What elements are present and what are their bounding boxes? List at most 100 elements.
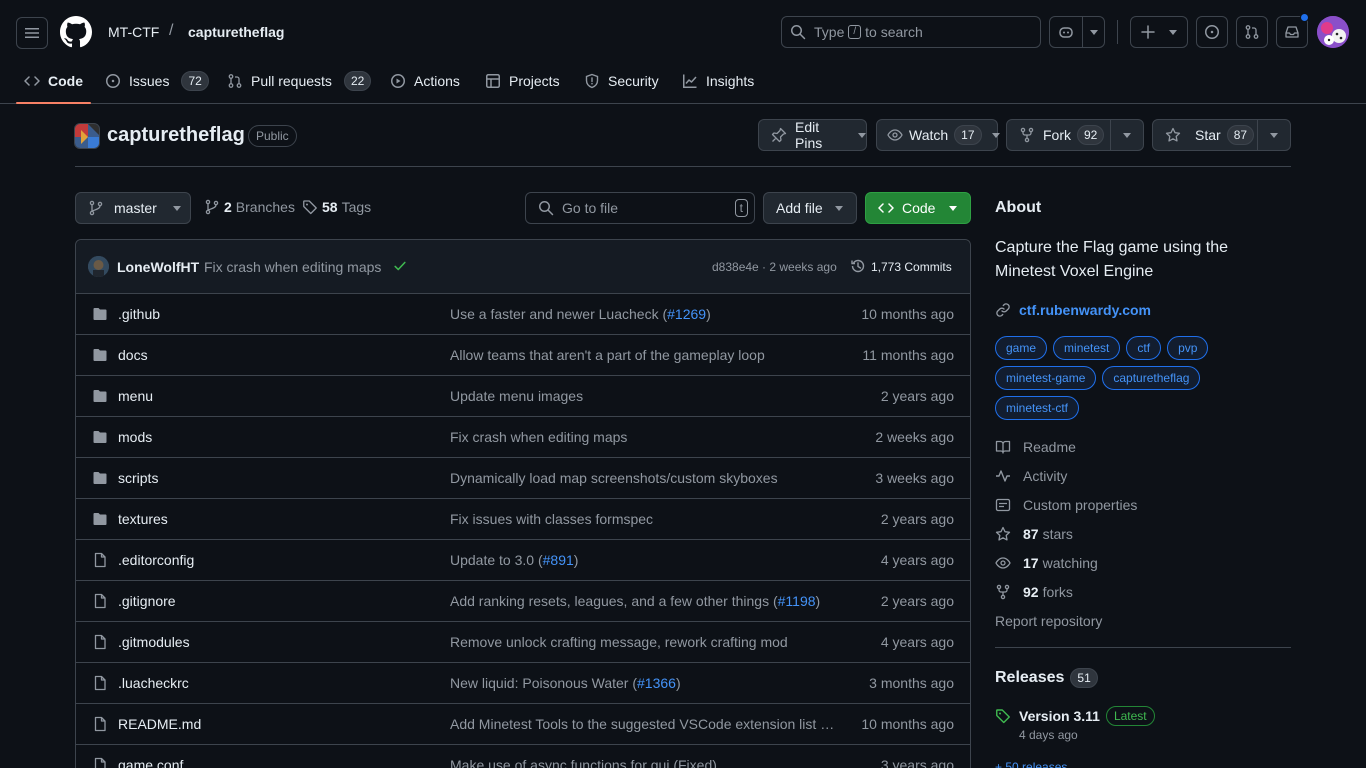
search-input[interactable]: Type / to search — [781, 16, 1041, 48]
tab-security[interactable]: Security — [584, 60, 659, 102]
menu-button[interactable] — [16, 17, 48, 49]
file-commit-message[interactable]: Update menu images — [450, 388, 583, 404]
repo-title[interactable]: capturetheflag — [107, 124, 245, 147]
activity-link[interactable]: Activity — [995, 468, 1067, 484]
report-repository-link[interactable]: Report repository — [995, 613, 1102, 629]
stars-link[interactable]: 87 stars — [995, 526, 1073, 542]
file-name[interactable]: scripts — [118, 470, 158, 486]
more-releases-link[interactable]: + 50 releases — [995, 760, 1067, 768]
forks-link[interactable]: 92 forks — [995, 584, 1073, 600]
file-name[interactable]: menu — [118, 388, 153, 404]
file-name[interactable]: docs — [118, 347, 148, 363]
repo-link[interactable]: capturetheflag — [188, 24, 284, 40]
file-commit-message[interactable]: Update to 3.0 (#891) — [450, 552, 578, 568]
file-commit-message[interactable]: Allow teams that aren't a part of the ga… — [450, 347, 765, 363]
add-file-button[interactable]: Add file — [763, 192, 857, 224]
copilot-dropdown-icon[interactable] — [1090, 30, 1098, 35]
latest-release[interactable]: Version 3.11 Latest — [995, 706, 1155, 726]
edit-pins-button[interactable]: Edit Pins — [758, 119, 867, 151]
watching-link[interactable]: 17 watching — [995, 555, 1098, 571]
tab-projects[interactable]: Projects — [485, 60, 560, 102]
file-name[interactable]: README.md — [118, 716, 201, 732]
topic-tag[interactable]: ctf — [1126, 336, 1162, 360]
commit-message-text: Fix crash when editing maps — [450, 429, 628, 445]
branches-link[interactable]: 2 Branches — [204, 199, 295, 215]
file-name[interactable]: .editorconfig — [118, 552, 194, 568]
releases-header[interactable]: Releases 51 — [995, 668, 1098, 688]
file-commit-message[interactable]: Make use of async functions for gui (Fix… — [450, 757, 717, 768]
copilot-button[interactable] — [1049, 16, 1105, 48]
file-row[interactable]: .gitignore Add ranking resets, leagues, a… — [76, 580, 970, 621]
file-row[interactable]: .editorconfig Update to 3.0 (#891) 4 years… — [76, 539, 970, 580]
watch-button[interactable]: Watch 17 — [876, 119, 1000, 151]
file-row[interactable]: menu Update menu images 2 years ago — [76, 375, 970, 416]
topic-tag[interactable]: game — [995, 336, 1048, 360]
avatar[interactable] — [1317, 16, 1349, 48]
owner-link[interactable]: MT-CTF — [108, 24, 159, 40]
pull-requests-button[interactable] — [1236, 16, 1268, 48]
topic-tag[interactable]: capturetheflag — [1102, 366, 1201, 390]
file-commit-message[interactable]: Fix crash when editing maps — [450, 429, 627, 445]
file-row[interactable]: .luacheckrc New liquid: Poisonous Water (… — [76, 662, 970, 703]
tab-insights[interactable]: Insights — [682, 60, 754, 102]
pr-link[interactable]: #1198 — [778, 593, 816, 609]
file-commit-message[interactable]: Use a faster and newer Luacheck (#1269) — [450, 306, 711, 322]
file-commit-message[interactable]: Dynamically load map screenshots/custom … — [450, 470, 778, 486]
branch-selector[interactable]: master — [75, 192, 191, 224]
issues-button[interactable] — [1196, 16, 1228, 48]
tab-label: Security — [608, 73, 659, 89]
tab-issues[interactable]: Issues 72 — [105, 60, 209, 102]
fork-button[interactable]: Fork 92 — [1006, 119, 1144, 151]
topic-tag[interactable]: minetest-ctf — [995, 396, 1080, 420]
tab-code[interactable]: Code — [16, 60, 91, 104]
file-row[interactable]: game.conf Make use of async functions for… — [76, 744, 970, 768]
star-button[interactable]: Star 87 — [1152, 119, 1291, 151]
file-commit-message[interactable]: Fix issues with classes formspec — [450, 511, 653, 527]
file-name[interactable]: .gitignore — [118, 593, 176, 609]
custom-properties-link[interactable]: Custom properties — [995, 497, 1137, 513]
code-button[interactable]: Code — [865, 192, 971, 224]
file-name[interactable]: .gitmodules — [118, 634, 190, 650]
tab-actions[interactable]: Actions — [390, 60, 460, 102]
create-new-button[interactable] — [1130, 16, 1188, 48]
file-commit-message[interactable]: Add ranking resets, leagues, and a few o… — [450, 593, 820, 609]
file-row[interactable]: docs Allow teams that aren't a part of th… — [76, 334, 970, 375]
commit-message[interactable]: Fix crash when editing maps — [204, 259, 381, 275]
folder-icon — [92, 470, 108, 486]
file-name[interactable]: game.conf — [118, 757, 183, 768]
file-row[interactable]: textures Fix issues with classes formspec… — [76, 498, 970, 539]
chevron-down-icon[interactable] — [1123, 133, 1131, 138]
tab-pull-requests[interactable]: Pull requests 22 — [227, 60, 372, 102]
website-link[interactable]: ctf.rubenwardy.com — [995, 302, 1151, 318]
file-name[interactable]: mods — [118, 429, 152, 445]
inbox-button[interactable] — [1276, 13, 1309, 48]
file-row[interactable]: mods Fix crash when editing maps 2 weeks a… — [76, 416, 970, 457]
tags-link[interactable]: 58 Tags — [302, 199, 371, 215]
file-name[interactable]: .luacheckrc — [118, 675, 189, 691]
commits-link[interactable]: 1,773 Commits — [871, 260, 952, 274]
file-row[interactable]: .gitmodules Remove unlock crafting messag… — [76, 621, 970, 662]
file-row[interactable]: README.md Add Minetest Tools to the sugge… — [76, 703, 970, 744]
file-row[interactable]: .github Use a faster and newer Luacheck (… — [76, 293, 970, 334]
file-commit-message[interactable]: New liquid: Poisonous Water (#1366) — [450, 675, 681, 691]
file-commit-message[interactable]: Add Minetest Tools to the suggested VSCo… — [450, 716, 835, 732]
file-name[interactable]: .github — [118, 306, 160, 322]
pr-link[interactable]: #1366 — [637, 675, 676, 691]
commit-hash-time[interactable]: d838e4e · 2 weeks ago — [712, 260, 837, 274]
topic-tag[interactable]: minetest-game — [995, 366, 1097, 390]
pr-link[interactable]: #1269 — [667, 306, 706, 322]
chevron-down-icon[interactable] — [991, 132, 1000, 138]
go-to-file-input[interactable]: Go to file t — [525, 192, 755, 224]
topic-tag[interactable]: pvp — [1167, 336, 1209, 360]
pr-link[interactable]: #891 — [543, 552, 574, 568]
readme-link[interactable]: Readme — [995, 439, 1076, 455]
github-logo-icon[interactable] — [60, 16, 92, 48]
chevron-down-icon[interactable] — [1270, 133, 1278, 138]
commit-author-avatar[interactable] — [88, 256, 109, 277]
commit-author[interactable]: LoneWolfHT — [117, 259, 199, 275]
file-row[interactable]: scripts Dynamically load map screenshots/… — [76, 457, 970, 498]
topic-tag[interactable]: minetest — [1053, 336, 1121, 360]
check-icon[interactable] — [393, 259, 407, 273]
file-commit-message[interactable]: Remove unlock crafting message, rework c… — [450, 634, 788, 650]
file-name[interactable]: textures — [118, 511, 168, 527]
